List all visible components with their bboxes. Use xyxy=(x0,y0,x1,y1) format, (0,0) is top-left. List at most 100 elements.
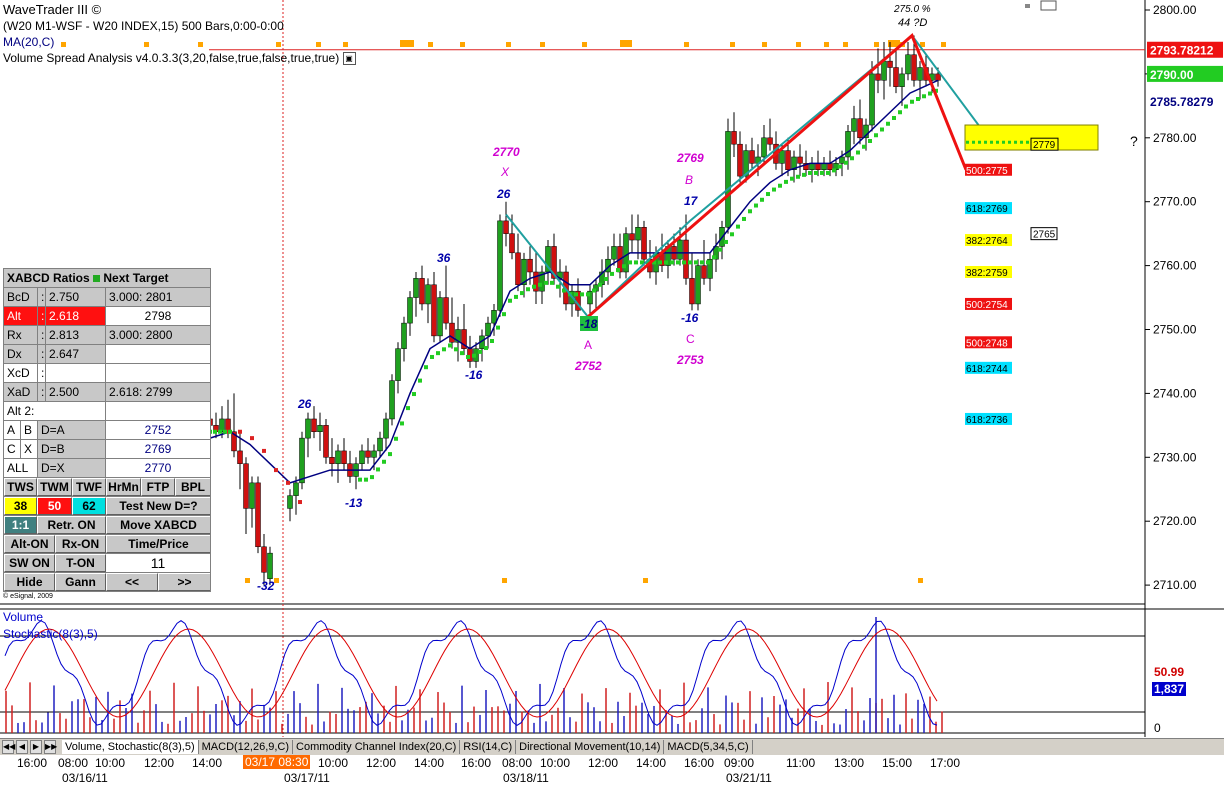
lock-icon[interactable]: ▣ xyxy=(342,52,356,66)
vsa-signal-marker xyxy=(428,42,433,47)
time-price-button[interactable]: Time/Price xyxy=(106,535,210,553)
time-tick: 16:00 xyxy=(461,756,492,770)
count-field[interactable]: 11 xyxy=(106,554,210,572)
fib-38-button[interactable]: 38 xyxy=(4,497,37,515)
candle-body xyxy=(261,546,267,573)
tab-rsi[interactable]: RSI(14,C) xyxy=(460,740,517,754)
trailing-stop-dot xyxy=(784,179,788,184)
ratio-1-1-button[interactable]: 1:1 xyxy=(4,516,37,534)
candle-body xyxy=(893,67,899,87)
candle-body xyxy=(389,380,395,420)
tab-next-icon[interactable]: ▶ xyxy=(30,740,42,754)
candle-body xyxy=(431,284,437,337)
y-tick-label: 2760.00 xyxy=(1153,259,1197,273)
candle-body xyxy=(641,227,647,260)
retr-on-button[interactable]: Retr. ON xyxy=(37,516,106,534)
trailing-stop-dot xyxy=(754,203,758,208)
trailing-stop-dot xyxy=(544,280,548,285)
pattern-a-label: A xyxy=(584,338,592,352)
vsa-signal-marker xyxy=(144,42,149,47)
pattern-x-count: 26 xyxy=(496,187,511,201)
candle-body xyxy=(911,54,917,81)
target-box-label: 2779 xyxy=(1033,140,1056,151)
y-tick-label: 2710.00 xyxy=(1153,578,1197,592)
trailing-stop-dot xyxy=(808,170,812,175)
tab-last-icon[interactable]: ▶▶ xyxy=(44,740,57,754)
candle-body xyxy=(323,425,329,458)
trailing-stop-dot xyxy=(904,104,908,109)
trailing-stop-dot xyxy=(454,347,458,352)
alt-on-button[interactable]: Alt-ON xyxy=(4,535,55,553)
vsa-signal-marker xyxy=(506,42,511,47)
candle-body xyxy=(243,463,249,509)
time-tick: 12:00 xyxy=(588,756,619,770)
hrmn-button[interactable]: HrMn xyxy=(106,478,141,496)
bpl-button[interactable]: BPL xyxy=(175,478,210,496)
trailing-stop-dot xyxy=(832,168,836,173)
trailing-stop-dot xyxy=(616,268,620,273)
candle-body xyxy=(935,73,941,81)
trailing-stop-dot xyxy=(748,209,752,214)
rx-on-button[interactable]: Rx-ON xyxy=(55,535,106,553)
candle-body xyxy=(731,131,737,145)
vsa-signal-marker xyxy=(61,42,66,47)
trailing-stop-dot xyxy=(580,292,584,297)
trailing-stop-dot xyxy=(228,429,232,434)
trailing-stop-dot xyxy=(736,224,740,229)
leg-row-cx[interactable]: C X D=B 2769 xyxy=(4,440,210,459)
twm-button[interactable]: TWM xyxy=(37,478,72,496)
leg-row-all[interactable]: ALL D=X 2770 xyxy=(4,459,210,478)
sw-on-button[interactable]: SW ON xyxy=(4,554,55,572)
candle-body xyxy=(267,552,273,579)
fib-50-button[interactable]: 50 xyxy=(37,497,72,515)
y-tick-label: 2740.00 xyxy=(1153,386,1197,400)
gann-button[interactable]: Gann xyxy=(55,573,106,591)
tab-cci[interactable]: Commodity Channel Index(20,C) xyxy=(293,740,461,754)
twf-button[interactable]: TWF xyxy=(72,478,106,496)
candle-body xyxy=(857,118,863,139)
candle-body xyxy=(503,220,509,234)
tab-directional-movement[interactable]: Directional Movement(10,14) xyxy=(516,740,665,754)
pattern-x-label: X xyxy=(500,165,510,179)
trailing-stop-dot xyxy=(376,467,380,472)
tab-first-icon[interactable]: ◀◀ xyxy=(2,740,15,754)
swing-count: -16 xyxy=(465,368,483,382)
move-xabcd-button[interactable]: Move XABCD xyxy=(106,516,210,534)
tab-macd[interactable]: MACD(12,26,9,C) xyxy=(199,740,294,754)
candle-body xyxy=(509,233,515,254)
next-button[interactable]: >> xyxy=(158,573,210,591)
tab-volume-stochastic[interactable]: Volume, Stochastic(8(3),5) xyxy=(62,740,199,754)
vsa-signal-marker xyxy=(796,42,801,47)
prev-button[interactable]: << xyxy=(106,573,158,591)
trailing-stop-dot xyxy=(532,284,536,289)
ftp-button[interactable]: FTP xyxy=(141,478,175,496)
vsa-signal-marker xyxy=(540,42,545,47)
window-button-icon xyxy=(1040,0,1057,11)
hide-button[interactable]: Hide xyxy=(4,573,55,591)
tab-prev-icon[interactable]: ◀ xyxy=(16,740,28,754)
candle-body xyxy=(695,265,701,305)
tab-macd-fast[interactable]: MACD(5,34,5,C) xyxy=(664,740,753,754)
trailing-stop-dot xyxy=(508,298,512,303)
fib-62-button[interactable]: 62 xyxy=(72,497,106,515)
candle-body xyxy=(881,60,887,81)
question-mark: ? xyxy=(1130,133,1138,149)
trailing-stop-dot xyxy=(406,406,410,411)
candle-body xyxy=(851,118,857,132)
trailing-stop-dot xyxy=(850,156,854,161)
trailing-stop-dot xyxy=(364,477,368,482)
candle-body xyxy=(395,348,401,381)
time-tick: 09:00 xyxy=(724,756,755,770)
candle-body xyxy=(377,437,383,452)
trailing-stop-dot xyxy=(394,436,398,441)
vsa-signal-marker xyxy=(460,42,465,47)
time-tick: 11:00 xyxy=(786,756,816,770)
trailing-stop-dot xyxy=(622,264,626,269)
t-on-button[interactable]: T-ON xyxy=(55,554,106,572)
trailing-stop-dot xyxy=(574,292,578,297)
tws-button[interactable]: TWS xyxy=(4,478,37,496)
price-box-label: 2790.00 xyxy=(1150,68,1194,82)
leg-row-ab[interactable]: A B D=A 2752 xyxy=(4,421,210,440)
candle-body xyxy=(365,450,371,458)
test-new-button[interactable]: Test New D=? xyxy=(106,497,210,515)
